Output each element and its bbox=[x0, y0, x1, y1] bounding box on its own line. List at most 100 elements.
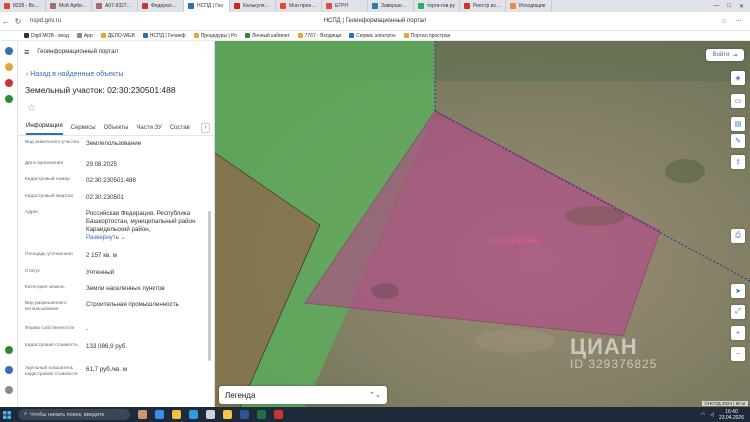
window-controls[interactable]: — □ ✕ bbox=[713, 3, 750, 10]
browser-tab[interactable]: Федеральный bbox=[138, 0, 184, 12]
wifi-icon[interactable]: ◠ bbox=[701, 412, 705, 418]
yandex-browser-icon[interactable] bbox=[223, 410, 232, 419]
zoom-in-button[interactable]: + bbox=[731, 326, 745, 340]
start-button[interactable] bbox=[0, 407, 14, 422]
minimize-icon[interactable]: — bbox=[713, 3, 719, 10]
info-row-value: 133 086,9 руб. bbox=[86, 343, 204, 351]
browser-tab[interactable]: Завершенные bbox=[368, 0, 414, 12]
taskbar-search-placeholder: Чтобы начать поиск, введите bbox=[30, 411, 105, 418]
info-row-value-text: - bbox=[86, 326, 89, 333]
word-icon[interactable] bbox=[240, 410, 249, 419]
browser-tab[interactable]: Исходящие bbox=[506, 0, 552, 12]
taskbar-app-icon[interactable] bbox=[155, 410, 164, 419]
minus-icon: − bbox=[735, 350, 741, 358]
browser-tab[interactable]: НСПД | Гео bbox=[184, 0, 230, 12]
bookmark-item[interactable]: 7767 - Входящи bbox=[297, 33, 341, 39]
info-row-value-text: Строительная промышленность bbox=[86, 301, 179, 308]
folder-icon[interactable] bbox=[172, 410, 181, 419]
bookmark-item[interactable]: Процедуры | Ро bbox=[193, 32, 238, 39]
layers-tool[interactable]: ◈ bbox=[731, 71, 745, 85]
info-row-value-text: 29.08.2025 bbox=[86, 161, 117, 168]
sidebar-icon[interactable] bbox=[5, 346, 13, 354]
store-icon[interactable] bbox=[206, 410, 215, 419]
tabs-next-arrow-icon[interactable]: › bbox=[201, 123, 210, 133]
panel-tab[interactable]: Состав bbox=[170, 125, 190, 135]
bookmark-item[interactable]: Digit MOB - вход bbox=[24, 33, 69, 39]
tab-favicon-icon bbox=[188, 3, 194, 9]
zoom-out-button[interactable]: − bbox=[731, 347, 745, 361]
info-row-value: 2 157 кв. м bbox=[86, 252, 204, 260]
favorite-star-icon[interactable]: ☆ bbox=[18, 103, 214, 114]
bookmark-item[interactable]: ДЕЛО-WEB bbox=[100, 33, 135, 39]
info-row-value-text: Землепользование bbox=[86, 140, 142, 147]
browser-tab[interactable]: Мои проекты bbox=[276, 0, 322, 12]
taskbar-app-icon[interactable] bbox=[138, 410, 147, 419]
excel-icon[interactable] bbox=[257, 410, 266, 419]
login-button-label[interactable]: Войти bbox=[713, 52, 730, 58]
bookmark-item[interactable]: НСПД | Геоинф bbox=[142, 33, 186, 39]
sidebar-icon[interactable] bbox=[5, 95, 13, 103]
sidebar-icon[interactable] bbox=[5, 79, 13, 87]
draw-tool[interactable]: ✎ bbox=[731, 134, 745, 148]
scale-bar: ©НСПД 2024 | 50 м bbox=[701, 401, 748, 406]
tab-favicon-icon bbox=[418, 3, 424, 9]
tab-favicon-icon bbox=[326, 3, 332, 9]
bookmark-label: Процедуры | Ро bbox=[200, 32, 238, 39]
browser-tab[interactable]: Калькулятор р bbox=[230, 0, 276, 12]
map-canvas[interactable]: 02:30:230501:488 bbox=[215, 41, 750, 407]
sidebar-icon[interactable] bbox=[5, 63, 13, 71]
legend-dropdown[interactable]: Легенда ⌃⌄ bbox=[219, 386, 387, 404]
expand-link[interactable]: Развернуть bbox=[86, 234, 119, 241]
info-row-value: Строительная промышленность bbox=[86, 301, 204, 309]
sidebar-icon[interactable] bbox=[5, 366, 13, 374]
bookmark-item[interactable]: Портал простран bbox=[403, 33, 450, 39]
login-button[interactable]: Войти ⇥ bbox=[706, 49, 744, 61]
edge-icon[interactable] bbox=[189, 410, 198, 419]
basemap-tool[interactable]: ▭ bbox=[731, 94, 745, 108]
panel-tab[interactable]: Объекты bbox=[104, 125, 129, 135]
browser-tab[interactable]: Реестр извещ bbox=[460, 0, 506, 12]
tab-favicon-icon bbox=[510, 3, 516, 9]
share-tool[interactable]: ⇪ bbox=[731, 155, 745, 169]
info-row-key: Вид разрешенного использования bbox=[25, 301, 67, 313]
panel-tab[interactable]: Информация bbox=[26, 123, 63, 135]
panel-tab[interactable]: Части ЗУ bbox=[136, 125, 161, 135]
print-tool[interactable]: ⎙ bbox=[731, 229, 745, 243]
browser-tab[interactable]: Мой Арбитр bbox=[46, 0, 92, 12]
pdf-icon[interactable] bbox=[274, 410, 283, 419]
menu-icon[interactable]: ≡ bbox=[24, 47, 29, 57]
info-row-key: Площадь уточненная bbox=[25, 252, 73, 257]
panel-tab[interactable]: Сервисы bbox=[71, 125, 96, 135]
bookmark-item[interactable]: Сервис электрон bbox=[349, 33, 396, 39]
browser-tab[interactable]: торги-гов.ру bbox=[414, 0, 460, 12]
taskbar: ⌕ Чтобы начать поиск, введите ◠ ◁ 16:40 … bbox=[0, 407, 750, 422]
clock[interactable]: 16:40 23.04.2026 bbox=[719, 409, 744, 421]
browser-tab[interactable]: 8228 - Входящ bbox=[0, 0, 46, 12]
locate-tool[interactable]: ➤ bbox=[731, 284, 745, 298]
maximize-icon[interactable]: □ bbox=[727, 3, 731, 10]
panel-scrollbar[interactable] bbox=[208, 211, 211, 361]
bookmark-item[interactable]: App bbox=[76, 33, 93, 39]
close-icon[interactable]: ✕ bbox=[739, 3, 744, 10]
bookmark-icon bbox=[100, 33, 106, 38]
browser-tab-label: Калькулятор р bbox=[243, 3, 271, 9]
info-row-key: Адрес bbox=[25, 210, 39, 215]
info-row-value-text: 02:30:230501:488 bbox=[86, 177, 136, 184]
settings-icon[interactable] bbox=[5, 386, 13, 394]
back-link[interactable]: ‹ Назад в найденные объекты bbox=[18, 71, 214, 78]
browser-tab[interactable]: ЕГРН bbox=[322, 0, 368, 12]
chevron-down-icon[interactable]: ⌄ bbox=[119, 234, 126, 241]
volume-icon[interactable]: ◁ bbox=[710, 412, 714, 418]
bookmark-item[interactable]: Личный кабинет bbox=[245, 33, 290, 39]
browser-tab[interactable]: А07-9327/2026 bbox=[92, 0, 138, 12]
map-view[interactable]: 02:30:230501:488 Войти ⇥ ◈ ▭ ▤ ✎ ⇪ ⎙ ➤ ⤢… bbox=[215, 41, 750, 407]
back-link-label[interactable]: Назад в найденные объекты bbox=[30, 71, 123, 78]
bookmark-icon bbox=[193, 33, 199, 38]
measure-tool[interactable]: ▤ bbox=[731, 117, 745, 131]
sidebar-icon[interactable] bbox=[5, 47, 13, 55]
portal-title: Геоинформационный портал bbox=[37, 49, 118, 55]
fullscreen-tool[interactable]: ⤢ bbox=[731, 305, 745, 319]
taskbar-search[interactable]: ⌕ Чтобы начать поиск, введите bbox=[18, 409, 130, 420]
info-row-value: 02:30:230501:488 bbox=[86, 177, 204, 185]
info-row-value-text: Учтенный bbox=[86, 269, 115, 276]
